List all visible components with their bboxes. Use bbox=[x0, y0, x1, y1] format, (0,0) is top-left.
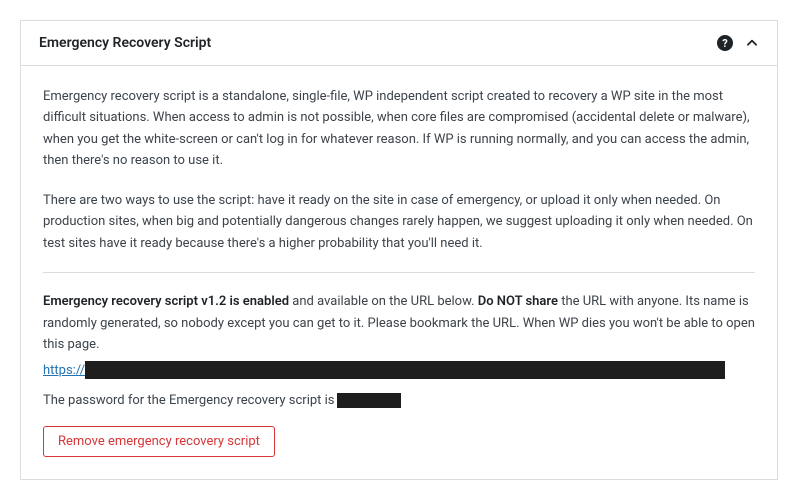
status-mid1: and available on the URL below. bbox=[289, 294, 478, 309]
panel-header[interactable]: Emergency Recovery Script ? bbox=[21, 21, 777, 66]
intro-paragraph-1: Emergency recovery script is a standalon… bbox=[43, 86, 755, 172]
divider bbox=[43, 272, 755, 273]
remove-script-button[interactable]: Remove emergency recovery script bbox=[43, 426, 275, 457]
panel-title: Emergency Recovery Script bbox=[39, 35, 211, 51]
help-icon[interactable]: ? bbox=[717, 35, 733, 51]
panel-body: Emergency recovery script is a standalon… bbox=[21, 66, 777, 479]
redacted-password bbox=[337, 393, 401, 408]
redacted-url bbox=[85, 361, 725, 379]
recovery-url-line: https:// bbox=[43, 361, 755, 379]
password-line: The password for the Emergency recovery … bbox=[43, 393, 755, 408]
header-icons: ? bbox=[717, 35, 759, 51]
status-enabled-text: Emergency recovery script v1.2 is enable… bbox=[43, 294, 289, 309]
chevron-up-icon[interactable] bbox=[745, 36, 759, 50]
status-paragraph: Emergency recovery script v1.2 is enable… bbox=[43, 291, 755, 355]
password-label: The password for the Emergency recovery … bbox=[43, 393, 335, 408]
emergency-recovery-panel: Emergency Recovery Script ? Emergency re… bbox=[20, 20, 778, 480]
recovery-url-link[interactable]: https:// bbox=[43, 363, 85, 378]
do-not-share-text: Do NOT share bbox=[478, 294, 558, 309]
intro-paragraph-2: There are two ways to use the script: ha… bbox=[43, 190, 755, 254]
